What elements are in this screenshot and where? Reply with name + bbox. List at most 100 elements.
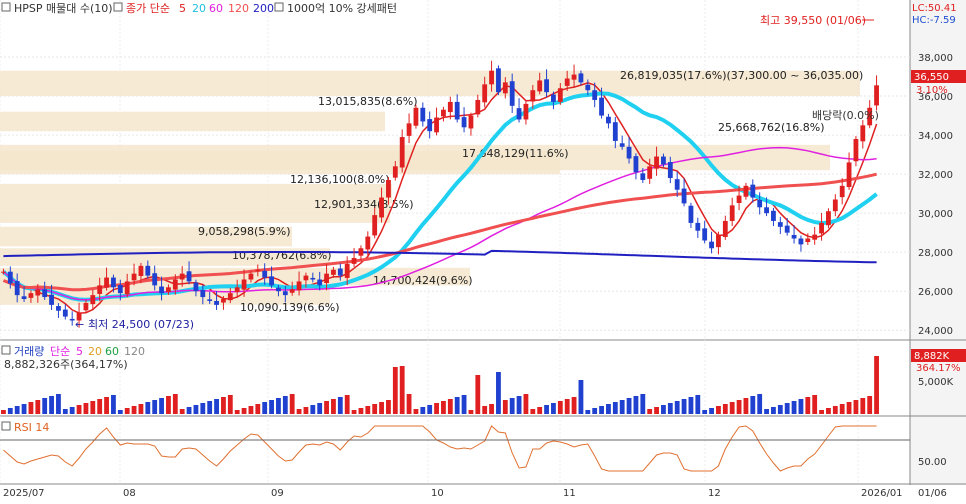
volume-bar[interactable] — [441, 401, 446, 414]
candle-body[interactable] — [111, 277, 116, 288]
candle-body[interactable] — [509, 81, 515, 106]
volume-bar[interactable] — [516, 396, 522, 414]
candle-body[interactable] — [578, 73, 584, 83]
candle-body[interactable] — [454, 101, 460, 120]
volume-bar[interactable] — [152, 400, 158, 414]
candle-body[interactable] — [344, 263, 350, 278]
candle-body[interactable] — [647, 166, 653, 179]
candle-body[interactable] — [14, 281, 20, 296]
volume-bar[interactable] — [49, 396, 54, 414]
volume-bar[interactable] — [674, 401, 680, 414]
candle-body[interactable] — [289, 289, 295, 293]
volume-bar[interactable] — [42, 398, 48, 414]
candle-body[interactable] — [654, 156, 659, 169]
volume-bar[interactable] — [434, 403, 439, 414]
volume-bar[interactable] — [640, 394, 646, 414]
settings-checkbox-icon[interactable] — [1, 2, 11, 12]
volume-bar[interactable] — [241, 408, 247, 414]
candle-body[interactable] — [138, 265, 144, 276]
volume-bar[interactable] — [551, 403, 556, 414]
volume-bar[interactable] — [227, 395, 233, 414]
candle-body[interactable] — [434, 117, 439, 133]
candle-body[interactable] — [117, 284, 123, 294]
volume-bar[interactable] — [736, 400, 742, 414]
volume-bar[interactable] — [1, 410, 6, 414]
volume-bar[interactable] — [654, 407, 659, 414]
candle-body[interactable] — [564, 78, 570, 86]
candle-body[interactable] — [716, 234, 721, 248]
volume-bar[interactable] — [145, 402, 151, 414]
volume-bar[interactable] — [784, 403, 790, 414]
candle-body[interactable] — [750, 184, 756, 198]
volume-bar[interactable] — [832, 406, 838, 414]
volume-bar[interactable] — [537, 407, 543, 414]
volume-bar[interactable] — [365, 406, 371, 414]
candle-body[interactable] — [764, 207, 769, 214]
candle-body[interactable] — [427, 119, 433, 132]
volume-bar[interactable] — [386, 400, 391, 414]
candle-body[interactable] — [317, 279, 323, 286]
volume-bar[interactable] — [97, 399, 103, 414]
candle-body[interactable] — [365, 236, 371, 250]
candle-body[interactable] — [661, 156, 666, 165]
volume-bar[interactable] — [324, 401, 329, 414]
candle-body[interactable] — [530, 90, 536, 102]
volume-bar[interactable] — [489, 404, 494, 414]
candle-body[interactable] — [269, 276, 274, 286]
volume-bar[interactable] — [28, 402, 34, 414]
candle-body[interactable] — [420, 107, 426, 122]
candle-body[interactable] — [592, 90, 598, 100]
volume-bar[interactable] — [399, 366, 405, 414]
candle-body[interactable] — [709, 241, 714, 249]
candle-body[interactable] — [757, 199, 763, 208]
volume-bar[interactable] — [344, 395, 350, 414]
volume-bar[interactable] — [729, 402, 735, 414]
candle-body[interactable] — [489, 70, 494, 85]
candle-body[interactable] — [131, 273, 137, 281]
volume-bar[interactable] — [427, 405, 433, 414]
volume-bar[interactable] — [255, 404, 261, 414]
volume-bar[interactable] — [557, 401, 563, 414]
volume-bar[interactable] — [496, 372, 501, 414]
candle-body[interactable] — [551, 94, 556, 102]
volume-bar[interactable] — [447, 399, 453, 414]
candle-body[interactable] — [461, 117, 467, 128]
volume-bar[interactable] — [7, 408, 13, 414]
candle-body[interactable] — [303, 275, 309, 281]
candle-body[interactable] — [544, 79, 549, 93]
candle-body[interactable] — [441, 109, 446, 117]
candle-body[interactable] — [62, 309, 68, 317]
volume-bar[interactable] — [358, 408, 364, 414]
volume-bar[interactable] — [406, 394, 412, 414]
candle-body[interactable] — [83, 302, 89, 311]
candle-body[interactable] — [159, 286, 164, 294]
candle-body[interactable] — [42, 289, 48, 298]
candle-body[interactable] — [502, 82, 508, 94]
candle-body[interactable] — [626, 146, 632, 159]
volume-bar[interactable] — [702, 410, 708, 414]
volume-bar[interactable] — [812, 395, 818, 414]
volume-bar[interactable] — [14, 406, 20, 414]
volume-bar[interactable] — [764, 409, 769, 414]
volume-bar[interactable] — [372, 404, 378, 414]
candle-body[interactable] — [640, 173, 646, 180]
volume-bar[interactable] — [791, 401, 797, 414]
volume-bar[interactable] — [21, 404, 27, 414]
volume-bar[interactable] — [179, 409, 185, 414]
volume-bar[interactable] — [172, 394, 178, 414]
candle-body[interactable] — [812, 234, 818, 240]
volume-bar[interactable] — [269, 400, 274, 414]
candle-body[interactable] — [282, 291, 288, 296]
candle-body[interactable] — [832, 199, 838, 212]
volume-bar[interactable] — [743, 398, 749, 414]
volume-bar[interactable] — [248, 406, 254, 414]
candle-body[interactable] — [736, 195, 742, 204]
volume-bar[interactable] — [853, 400, 859, 414]
candle-body[interactable] — [69, 318, 75, 321]
candle-body[interactable] — [21, 296, 27, 300]
volume-bar[interactable] — [509, 398, 515, 414]
candle-body[interactable] — [104, 277, 109, 288]
volume-bar[interactable] — [454, 397, 460, 414]
candle-body[interactable] — [482, 84, 488, 103]
candle-body[interactable] — [49, 294, 54, 305]
